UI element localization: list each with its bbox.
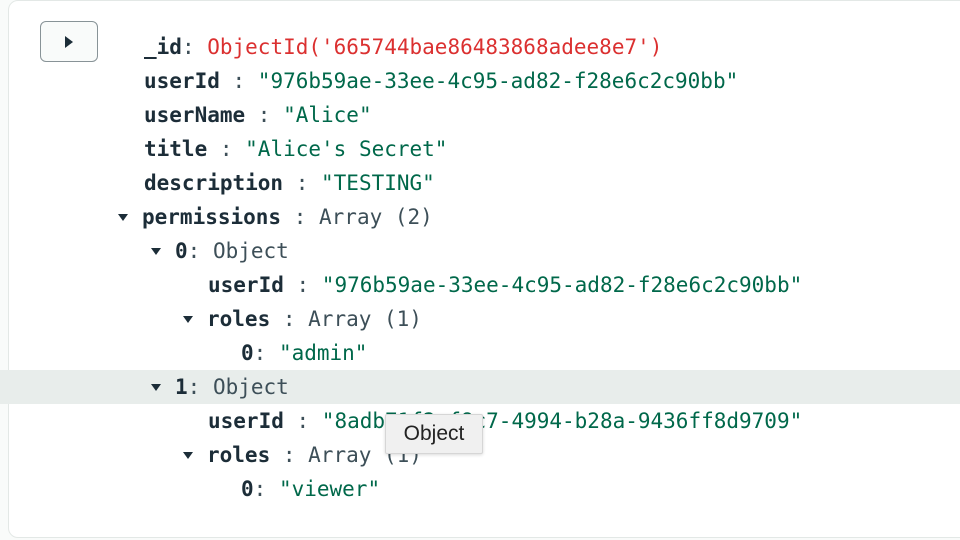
field-type: Array (1) — [308, 307, 422, 331]
field-separator: : — [219, 69, 258, 93]
caret-down-icon[interactable] — [151, 383, 161, 391]
field-row-id: _id: ObjectId('665744bae86483868adee8e7'… — [0, 30, 960, 64]
array-item-row: 0: "admin" — [0, 336, 960, 370]
field-row-title: title : "Alice's Secret" — [0, 132, 960, 166]
field-type: Array (2) — [319, 205, 433, 229]
field-value: "976b59ae-33ee-4c95-ad82-f28e6c2c90bb" — [257, 69, 739, 93]
field-separator: : — [253, 477, 279, 501]
field-row-description: description : "TESTING" — [0, 166, 960, 200]
field-separator: : — [253, 341, 279, 365]
caret-down-icon[interactable] — [183, 315, 193, 323]
array-index: 0 — [175, 239, 188, 263]
array-index: 0 — [241, 341, 254, 365]
array-item-row[interactable]: 1: Object — [0, 370, 960, 404]
field-type: Object — [212, 239, 289, 263]
field-separator: : — [187, 375, 213, 399]
field-value: "viewer" — [278, 477, 381, 501]
caret-down-icon[interactable] — [151, 247, 161, 255]
field-key: _id — [144, 35, 182, 59]
field-separator: : — [283, 273, 322, 297]
field-key: roles — [207, 443, 271, 467]
field-separator: : — [207, 137, 246, 161]
field-value: "Alice's Secret" — [245, 137, 448, 161]
field-key: permissions — [142, 205, 282, 229]
field-value: "976b59ae-33ee-4c95-ad82-f28e6c2c90bb" — [321, 273, 803, 297]
field-value: "admin" — [278, 341, 368, 365]
array-index: 0 — [241, 477, 254, 501]
caret-down-icon[interactable] — [118, 213, 128, 221]
field-key: userId — [144, 69, 220, 93]
field-row-roles: roles : Array (1) — [0, 302, 960, 336]
field-type: Object — [212, 375, 289, 399]
field-value: "Alice" — [283, 103, 372, 127]
field-separator: : — [181, 35, 208, 59]
field-key: userName — [144, 103, 246, 127]
field-row-username: userName : "Alice" — [0, 98, 960, 132]
array-item-row: 0: Object — [0, 234, 960, 268]
hover-tooltip: Object — [385, 414, 483, 454]
field-separator: : — [270, 307, 309, 331]
field-separator: : — [281, 205, 320, 229]
field-value: "TESTING" — [321, 171, 435, 195]
field-key: roles — [207, 307, 271, 331]
field-separator: : — [283, 171, 322, 195]
field-key: userId — [208, 273, 284, 297]
field-row-userid: userId : "976b59ae-33ee-4c95-ad82-f28e6c… — [0, 268, 960, 302]
field-key: description — [144, 171, 284, 195]
array-item-row: 0: "viewer" — [0, 472, 960, 506]
field-row-userid: userId : "976b59ae-33ee-4c95-ad82-f28e6c… — [0, 64, 960, 98]
caret-down-icon[interactable] — [183, 451, 193, 459]
field-separator: : — [270, 443, 309, 467]
field-key: userId — [208, 409, 284, 433]
field-separator: : — [245, 103, 284, 127]
array-index: 1 — [175, 375, 188, 399]
field-row-permissions: permissions : Array (2) — [0, 200, 960, 234]
field-separator: : — [283, 409, 322, 433]
field-value: ObjectId('665744bae86483868adee8e7') — [207, 35, 663, 59]
field-key: title — [144, 137, 208, 161]
field-separator: : — [187, 239, 213, 263]
